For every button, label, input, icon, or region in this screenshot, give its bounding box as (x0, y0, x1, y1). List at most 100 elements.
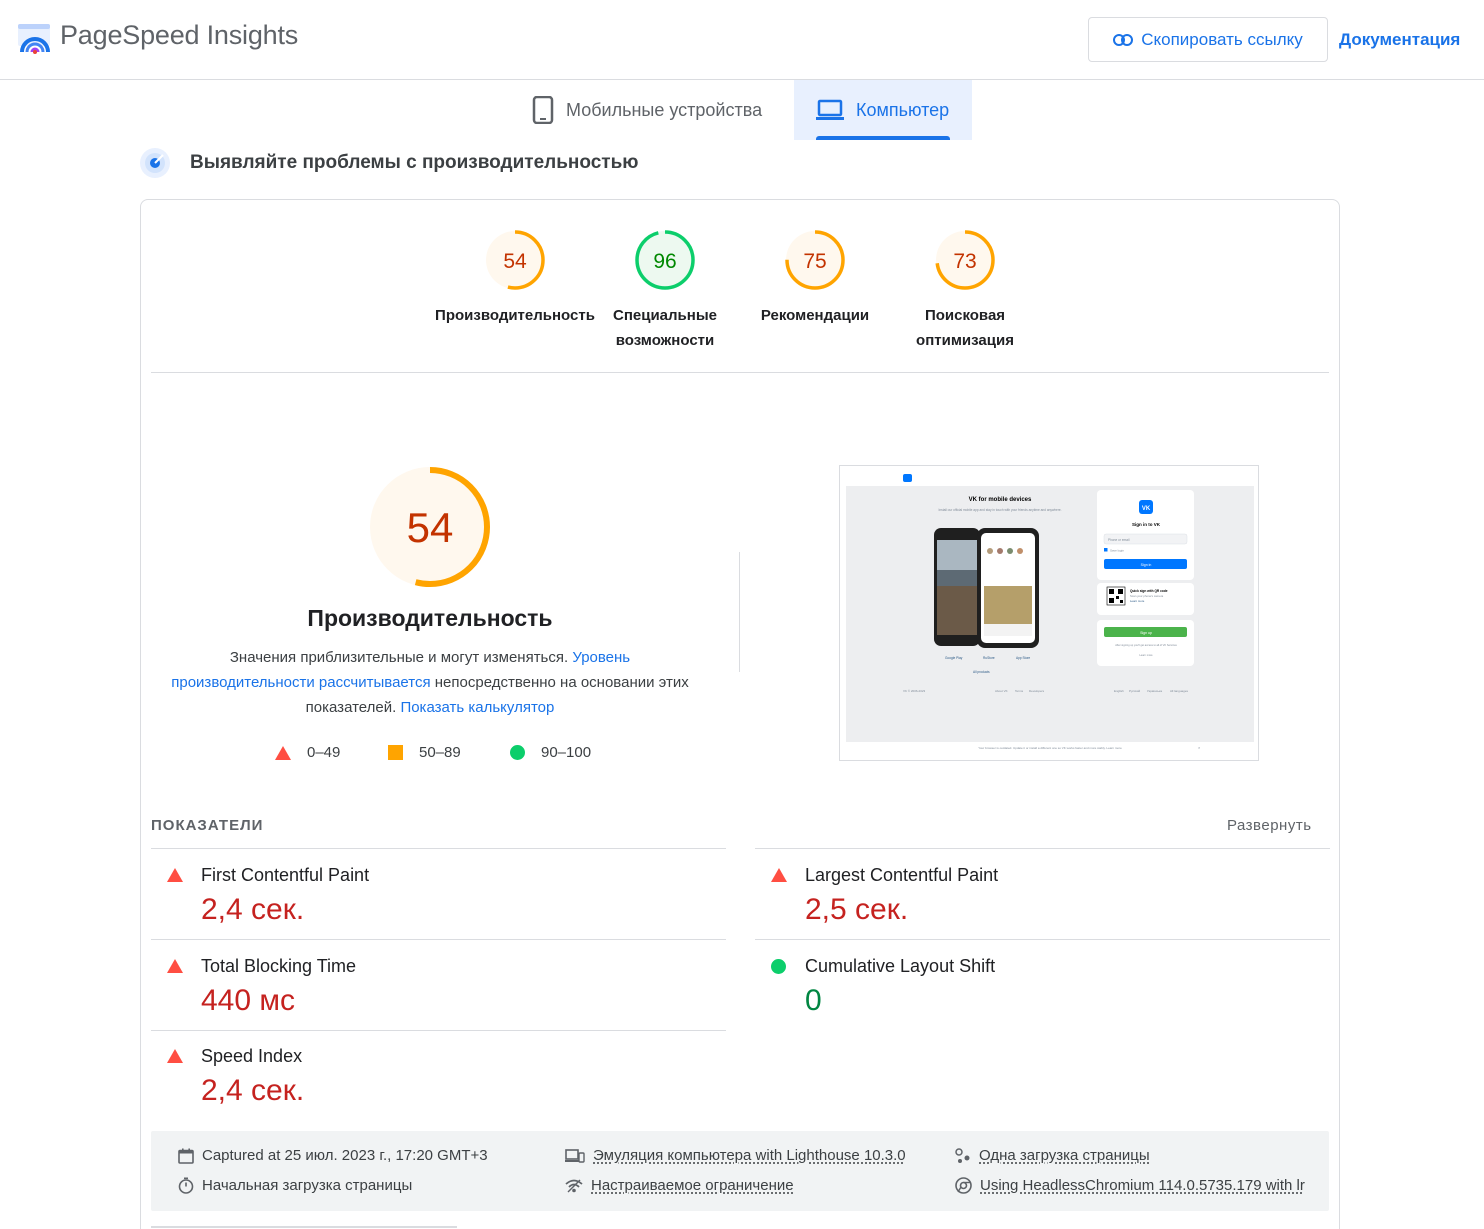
triangle-icon (275, 745, 291, 760)
timer-icon (178, 1177, 194, 1194)
legend-average: 50–89 (388, 744, 461, 761)
metric-name: Cumulative Layout Shift (805, 956, 996, 976)
metric-si: Speed Index 2,4 сек. (151, 1030, 726, 1121)
vk-subtext: Install our official mobile app and stay… (938, 508, 1061, 512)
vk-heading: VK for mobile devices (969, 497, 1032, 503)
signal-icon (565, 1179, 583, 1192)
metric-name: Total Blocking Time (201, 956, 357, 976)
fail-triangle-icon (771, 868, 787, 882)
score-value: 96 (653, 250, 676, 273)
single-load-info[interactable]: Одна загрузка страницы (955, 1147, 1150, 1164)
link-icon (1113, 33, 1134, 46)
dots-icon (955, 1147, 970, 1163)
copy-link-label: Скопировать ссылку (1141, 29, 1303, 49)
save-login: Save login (1110, 549, 1124, 553)
category-best-practices[interactable]: 75 Рекомендации (735, 229, 895, 328)
metric-value: 2,4 сек. (201, 1074, 305, 1107)
metric-tbt: Total Blocking Time 440 мс (151, 939, 726, 1030)
calendar-icon (178, 1148, 194, 1164)
store-link: RuStore (983, 656, 995, 660)
legend-fail: 0–49 (275, 744, 340, 761)
metric-name: Speed Index (201, 1046, 303, 1066)
emulation-info[interactable]: Эмуляция компьютера with Lighthouse 10.3… (565, 1147, 906, 1164)
qr-title: Quick sign with QR code (1130, 589, 1168, 593)
fail-triangle-icon (167, 1049, 183, 1063)
divider (151, 1226, 457, 1228)
score-value: 54 (503, 250, 527, 273)
pass-circle-icon (771, 959, 786, 974)
store-link: Google Play (945, 656, 963, 660)
documentation-link[interactable]: Документация (1339, 30, 1460, 50)
metric-cls: Cumulative Layout Shift 0 (755, 939, 1330, 1030)
category-label: Поисковая оптимизация (916, 307, 1014, 349)
divider (151, 372, 1329, 373)
final-screenshot[interactable]: VK for mobile devices Install our offici… (839, 465, 1259, 761)
app-title[interactable]: PageSpeed Insights (60, 20, 298, 51)
all-products-link: All products (973, 670, 990, 674)
svg-text:Terms: Terms (1015, 689, 1024, 693)
smartphone-icon (532, 96, 554, 124)
diagnose-icon (140, 148, 170, 178)
performance-title: Производительность (307, 605, 553, 631)
tab-mobile[interactable]: Мобильные устройства (520, 80, 794, 140)
signup-button: Sign up (1140, 631, 1152, 635)
signin-button: Sign in (1141, 563, 1152, 567)
metrics-heading: ПОКАЗАТЕЛИ (151, 817, 264, 834)
initial-load: Начальная загрузка страницы (178, 1177, 412, 1194)
square-icon (388, 745, 403, 760)
svg-text:About VK: About VK (995, 689, 1008, 693)
top-bar: PageSpeed Insights Скопировать ссылку До… (0, 0, 1484, 80)
metric-lcp: Largest Contentful Paint 2,5 сек. (755, 848, 1330, 939)
tab-desktop[interactable]: Компьютер (794, 80, 972, 140)
expand-metrics-button[interactable]: Развернуть (1227, 817, 1312, 834)
pagespeed-logo-icon[interactable] (18, 22, 52, 56)
qr-link: Learn more (1130, 599, 1145, 603)
score-gauge: 54 (485, 230, 545, 290)
category-seo[interactable]: 73 Поисковая оптимизация (885, 229, 1045, 353)
signup-note: After signing up you'll get access to al… (1115, 643, 1177, 647)
active-tab-indicator (816, 136, 950, 140)
category-performance[interactable]: 54 Производительность (435, 229, 595, 328)
circle-icon (510, 745, 525, 760)
fail-triangle-icon (167, 959, 183, 973)
legend-label: 90–100 (541, 744, 592, 761)
metric-value: 0 (805, 984, 822, 1017)
svg-text:Українська: Українська (1147, 689, 1162, 693)
score-gauge: 73 (935, 230, 995, 290)
metric-value: 2,4 сек. (201, 893, 305, 926)
captured-time: Captured at 25 июл. 2023 г., 17:20 GMT+3 (178, 1147, 488, 1164)
legend-label: 0–49 (307, 744, 341, 761)
metric-fcp: First Contentful Paint 2,4 сек. (151, 848, 726, 939)
score-gauge: 75 (785, 230, 845, 290)
metric-value: 440 мс (201, 984, 296, 1017)
metric-name: First Contentful Paint (201, 865, 370, 885)
performance-score: 54 (407, 504, 454, 551)
laptop-icon (816, 99, 844, 120)
tab-mobile-label: Мобильные устройства (566, 99, 763, 120)
qr-sub: Scan your phone's camera (1130, 594, 1164, 598)
metric-value: 2,5 сек. (805, 893, 909, 926)
svg-text:Developers: Developers (1029, 689, 1045, 693)
svg-text:All languages: All languages (1170, 689, 1189, 693)
vertical-divider (739, 552, 740, 672)
score-value: 75 (803, 250, 826, 273)
chrome-icon (955, 1177, 972, 1194)
score-gauge: 96 (635, 230, 695, 290)
category-label: Специальные возможности (613, 307, 717, 349)
signin-title: Sign in to VK (1132, 522, 1161, 527)
legend-label: 50–89 (419, 744, 461, 761)
calculator-link[interactable]: Показать калькулятор (400, 699, 554, 716)
section-title: Выявляйте проблемы с производительностью (190, 152, 639, 173)
svg-text:Русский: Русский (1129, 689, 1140, 693)
category-accessibility[interactable]: 96 Специальные возможности (585, 229, 745, 353)
throttling-info[interactable]: Настраиваемое ограничение (565, 1177, 794, 1194)
category-label: Производительность (435, 307, 595, 324)
browser-info[interactable]: Using HeadlessChromium 114.0.5735.179 wi… (955, 1177, 1305, 1194)
email-placeholder: Phone or email (1108, 538, 1130, 542)
svg-text:VK: VK (1142, 506, 1151, 512)
divider (151, 1030, 726, 1031)
copy-link-button[interactable]: Скопировать ссылку (1088, 17, 1328, 62)
vk-footer-copyright: VK © 2006-2023 (903, 689, 926, 693)
devices-icon (565, 1148, 585, 1163)
store-link: App Store (1016, 656, 1030, 660)
